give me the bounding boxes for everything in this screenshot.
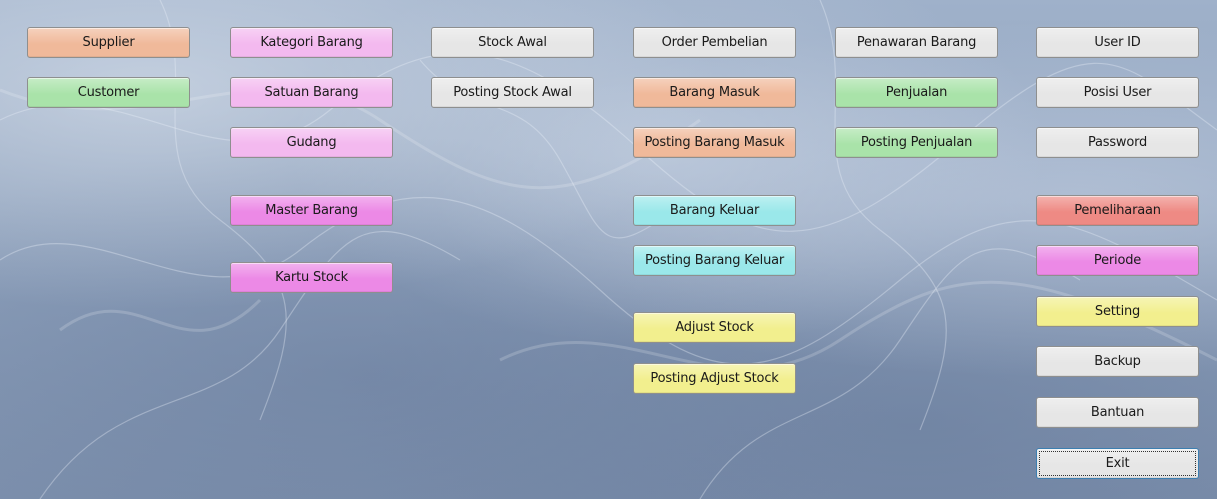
bantuan-button[interactable]: Bantuan	[1036, 397, 1199, 428]
user-id-button[interactable]: User ID	[1036, 27, 1199, 58]
stock-awal-button[interactable]: Stock Awal	[431, 27, 594, 58]
barang-masuk-button[interactable]: Barang Masuk	[633, 77, 796, 108]
setting-button[interactable]: Setting	[1036, 296, 1199, 327]
posting-barang-keluar-button[interactable]: Posting Barang Keluar	[633, 245, 796, 276]
supplier-button[interactable]: Supplier	[27, 27, 190, 58]
posisi-user-button[interactable]: Posisi User	[1036, 77, 1199, 108]
password-button[interactable]: Password	[1036, 127, 1199, 158]
exit-button[interactable]: Exit	[1036, 448, 1199, 479]
posting-barang-masuk-button[interactable]: Posting Barang Masuk	[633, 127, 796, 158]
order-pembelian-button[interactable]: Order Pembelian	[633, 27, 796, 58]
posting-adjust-stock-button[interactable]: Posting Adjust Stock	[633, 363, 796, 394]
satuan-barang-button[interactable]: Satuan Barang	[230, 77, 393, 108]
penawaran-barang-button[interactable]: Penawaran Barang	[835, 27, 998, 58]
adjust-stock-button[interactable]: Adjust Stock	[633, 312, 796, 343]
gudang-button[interactable]: Gudang	[230, 127, 393, 158]
pemeliharaan-button[interactable]: Pemeliharaan	[1036, 195, 1199, 226]
backup-button[interactable]: Backup	[1036, 346, 1199, 377]
master-barang-button[interactable]: Master Barang	[230, 195, 393, 226]
posting-stock-awal-button[interactable]: Posting Stock Awal	[431, 77, 594, 108]
penjualan-button[interactable]: Penjualan	[835, 77, 998, 108]
kategori-barang-button[interactable]: Kategori Barang	[230, 27, 393, 58]
periode-button[interactable]: Periode	[1036, 245, 1199, 276]
kartu-stock-button[interactable]: Kartu Stock	[230, 262, 393, 293]
barang-keluar-button[interactable]: Barang Keluar	[633, 195, 796, 226]
customer-button[interactable]: Customer	[27, 77, 190, 108]
smoke-background	[0, 0, 1217, 499]
posting-penjualan-button[interactable]: Posting Penjualan	[835, 127, 998, 158]
smoke-swirls	[0, 0, 1217, 499]
